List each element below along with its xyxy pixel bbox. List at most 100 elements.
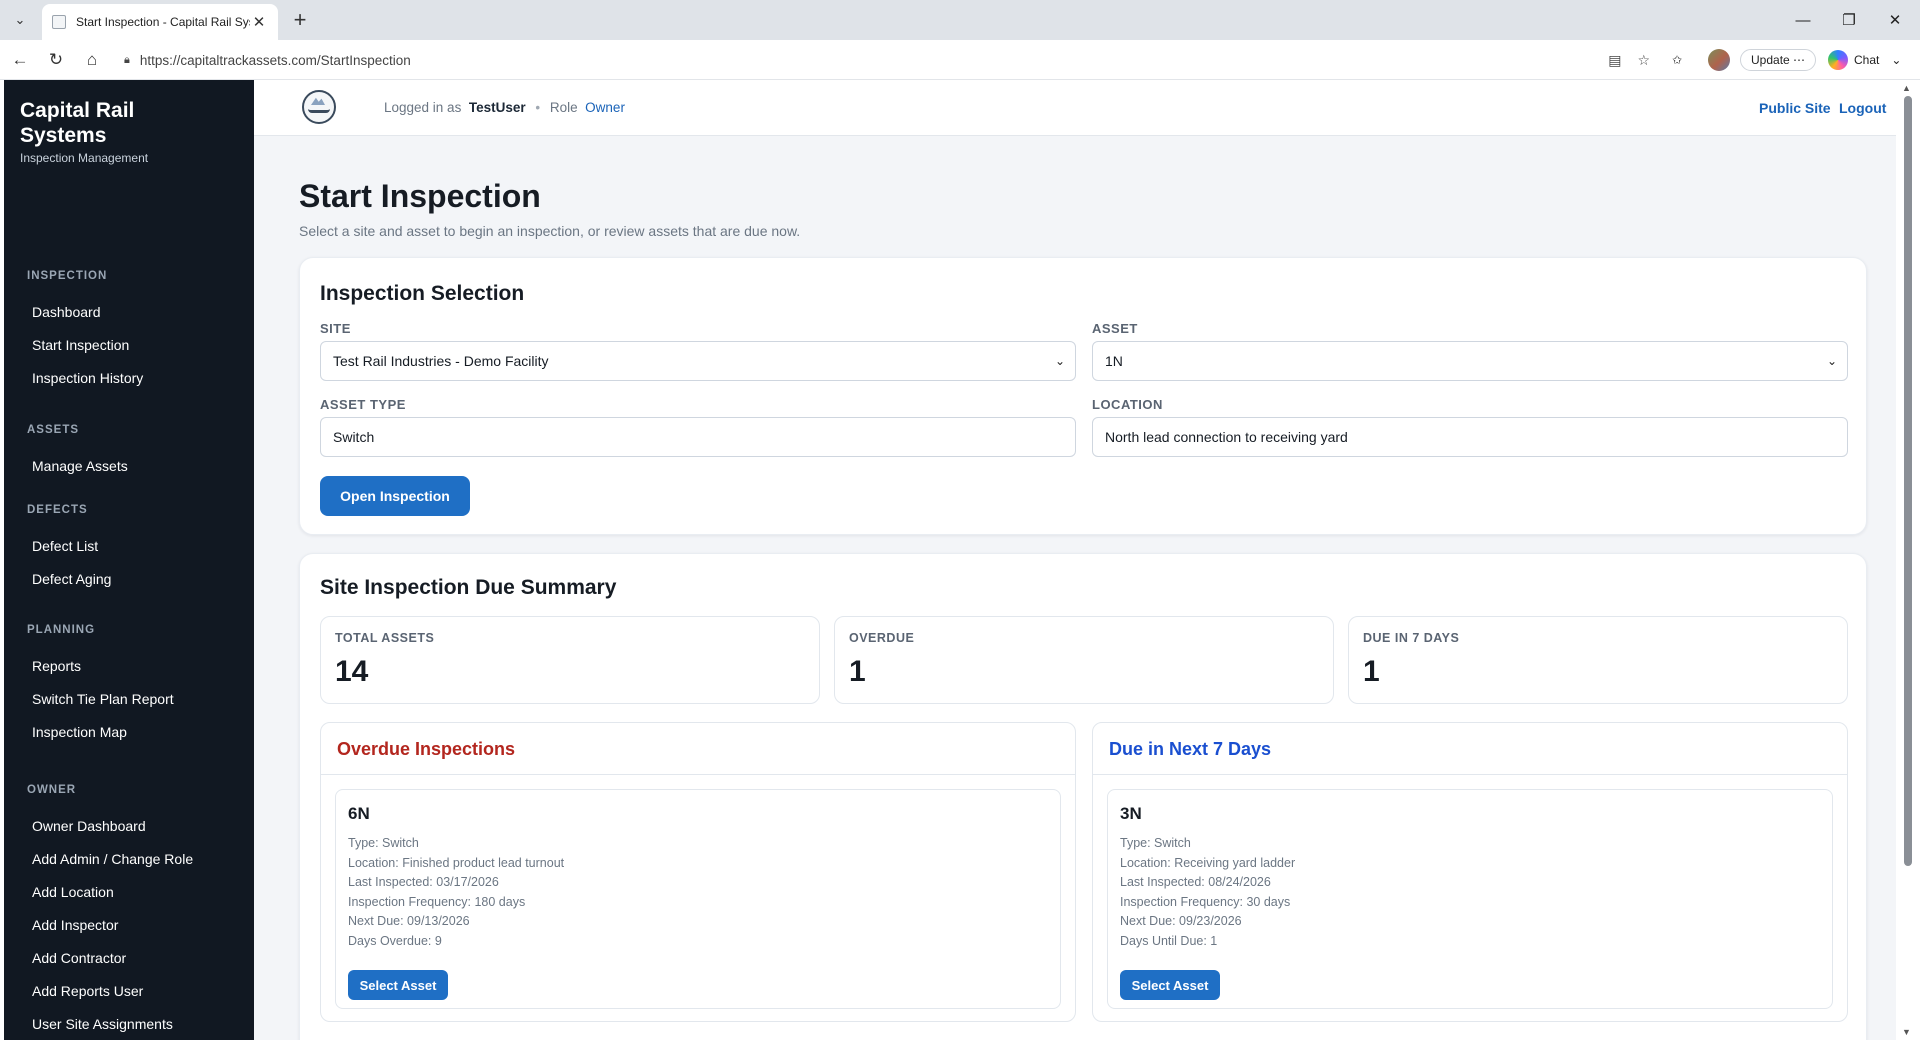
- top-bar: Logged in as TestUser • Role Owner Publi…: [254, 80, 1900, 136]
- update-button[interactable]: Update ⋯: [1740, 49, 1817, 71]
- nav-section-defects: DEFECTS: [27, 504, 88, 516]
- user-info: Logged in as TestUser • Role Owner: [384, 100, 625, 115]
- due-soon-panel-title: Due in Next 7 Days: [1109, 739, 1272, 759]
- due-summary-card: Site Inspection Due Summary TOTAL ASSETS…: [299, 553, 1867, 1040]
- sidebar-item-dashboard[interactable]: Dashboard: [4, 304, 101, 320]
- stat-label: TOTAL ASSETS: [335, 631, 435, 645]
- chat-button[interactable]: Chat ⌄: [1828, 48, 1901, 72]
- sidebar-item-defect-aging[interactable]: Defect Aging: [4, 571, 111, 587]
- asset-last-inspected: Last Inspected: 03/17/2026: [348, 875, 499, 889]
- favorites-icon[interactable]: ✩: [1672, 48, 1682, 72]
- lock-icon: 🔒︎: [124, 53, 130, 66]
- sidebar-item-add-admin-change-role[interactable]: Add Admin / Change Role: [4, 851, 193, 867]
- scroll-up-icon[interactable]: ▲: [1902, 83, 1911, 93]
- sidebar-item-add-location[interactable]: Add Location: [4, 884, 114, 900]
- scrollbar-thumb[interactable]: [1904, 96, 1912, 866]
- new-tab-button[interactable]: +: [288, 8, 312, 32]
- username: TestUser: [468, 100, 526, 115]
- select-asset-button[interactable]: Select Asset: [1120, 970, 1220, 1000]
- reader-mode-icon[interactable]: ▤: [1608, 52, 1621, 69]
- reload-icon[interactable]: ↻: [44, 48, 68, 72]
- role-label: Role: [549, 100, 578, 115]
- favorite-star-icon[interactable]: ☆: [1637, 52, 1650, 69]
- brand-subtitle: Inspection Management: [20, 151, 149, 165]
- back-arrow-icon[interactable]: ←: [8, 48, 32, 72]
- asset-name: 6N: [348, 804, 370, 823]
- location-value: North lead connection to receiving yard: [1105, 429, 1348, 445]
- asset-location: Location: Receiving yard ladder: [1120, 855, 1296, 870]
- sidebar-item-user-site-assignments[interactable]: User Site Assignments: [4, 1016, 173, 1032]
- chevron-down-icon[interactable]: ⌄: [1891, 53, 1901, 67]
- separator: •: [535, 100, 541, 115]
- asset-type: Type: Switch: [348, 836, 419, 850]
- select-asset-button[interactable]: Select Asset: [348, 970, 448, 1000]
- window-close-icon[interactable]: ✕: [1880, 8, 1910, 32]
- stat-value: 14: [335, 655, 369, 688]
- page-favicon-icon: [52, 15, 66, 29]
- sidebar-item-inspection-map[interactable]: Inspection Map: [4, 724, 127, 740]
- due-summary-title: Site Inspection Due Summary: [320, 576, 617, 599]
- due-soon-panel-header: Due in Next 7 Days: [1093, 723, 1847, 775]
- asset-next-due: Next Due: 09/13/2026: [348, 914, 470, 928]
- home-icon[interactable]: ⌂: [80, 48, 104, 72]
- sidebar-item-inspection-history[interactable]: Inspection History: [4, 370, 143, 386]
- asset-type-field[interactable]: Switch: [320, 417, 1076, 457]
- sidebar-item-manage-assets[interactable]: Manage Assets: [4, 458, 128, 474]
- address-bar[interactable]: 🔒︎ https://capitaltrackassets.com/StartI…: [114, 46, 1660, 74]
- asset-label: ASSET: [1092, 321, 1138, 336]
- stat-total-assets: TOTAL ASSETS 14: [320, 616, 820, 704]
- more-icon: ⋯: [1793, 53, 1806, 67]
- copilot-logo-icon: [1828, 50, 1848, 70]
- location-label: LOCATION: [1092, 397, 1163, 412]
- sidebar-item-reports[interactable]: Reports: [4, 658, 81, 674]
- nav-section-assets: ASSETS: [27, 424, 80, 436]
- asset-select-value: 1N: [1105, 353, 1123, 369]
- site-select-value: Test Rail Industries - Demo Facility: [333, 353, 549, 369]
- asset-next-due: Next Due: 09/23/2026: [1120, 914, 1242, 928]
- sidebar-item-switch-tie-plan-report[interactable]: Switch Tie Plan Report: [4, 691, 174, 707]
- nav-section-owner: OWNER: [27, 784, 77, 796]
- sidebar-item-add-contractor[interactable]: Add Contractor: [4, 950, 126, 966]
- tab-title: Start Inspection - Capital Rail Systems: [76, 15, 250, 29]
- minimize-icon[interactable]: —: [1788, 8, 1818, 32]
- sidebar-item-defect-list[interactable]: Defect List: [4, 538, 98, 554]
- site-select[interactable]: Test Rail Industries - Demo Facility ⌄: [320, 341, 1076, 381]
- browser-tab[interactable]: Start Inspection - Capital Rail Systems …: [42, 4, 278, 40]
- asset-days-until-due: Days Until Due: 1: [1120, 933, 1218, 948]
- site-label: SITE: [320, 321, 351, 336]
- chevron-down-icon: ⌄: [1826, 354, 1837, 368]
- due-soon-asset-card: 3N Type: Switch Location: Receiving yard…: [1107, 789, 1833, 1009]
- overdue-panel-title: Overdue Inspections: [337, 739, 516, 759]
- app-root: Capital Rail Systems Inspection Manageme…: [4, 80, 1900, 1040]
- sidebar-item-start-inspection[interactable]: Start Inspection: [4, 337, 129, 353]
- page-scrollbar[interactable]: ▲ ▼: [1896, 80, 1920, 1040]
- tab-list-chevron-icon[interactable]: ⌄: [6, 8, 34, 32]
- stat-label: DUE IN 7 DAYS: [1363, 631, 1460, 645]
- logout-link[interactable]: Logout: [1839, 100, 1886, 116]
- chevron-down-icon: ⌄: [1054, 354, 1065, 368]
- asset-details: Type: Switch Location: Finished product …: [348, 834, 564, 951]
- asset-location: Location: Finished product lead turnout: [348, 855, 565, 870]
- sidebar-item-add-reports-user[interactable]: Add Reports User: [4, 983, 143, 999]
- overdue-panel: Overdue Inspections 6N Type: Switch Loca…: [320, 722, 1076, 1022]
- sidebar-item-owner-dashboard[interactable]: Owner Dashboard: [4, 818, 146, 834]
- url-text[interactable]: https://capitaltrackassets.com/StartInsp…: [140, 53, 1592, 68]
- inspection-selection-card: Inspection Selection SITE Test Rail Indu…: [299, 257, 1867, 535]
- company-logo: [302, 90, 336, 124]
- asset-type: Type: Switch: [1120, 836, 1191, 850]
- asset-select[interactable]: 1N ⌄: [1092, 341, 1848, 381]
- asset-frequency: Inspection Frequency: 30 days: [1120, 894, 1291, 909]
- sidebar-item-add-inspector[interactable]: Add Inspector: [4, 917, 118, 933]
- asset-details: Type: Switch Location: Receiving yard la…: [1120, 834, 1295, 951]
- stat-overdue: OVERDUE 1: [834, 616, 1334, 704]
- restore-icon[interactable]: ❐: [1834, 8, 1864, 32]
- asset-type-label: ASSET TYPE: [320, 397, 406, 412]
- tab-close-icon[interactable]: ✕: [250, 13, 268, 31]
- location-field[interactable]: North lead connection to receiving yard: [1092, 417, 1848, 457]
- browser-tab-bar: ⌄ Start Inspection - Capital Rail System…: [0, 0, 1920, 40]
- public-site-link[interactable]: Public Site: [1759, 100, 1831, 116]
- profile-avatar[interactable]: [1708, 49, 1730, 71]
- open-inspection-button[interactable]: Open Inspection: [320, 476, 470, 516]
- update-area: Update ⋯: [1740, 48, 1817, 72]
- scroll-down-icon[interactable]: ▼: [1902, 1027, 1911, 1037]
